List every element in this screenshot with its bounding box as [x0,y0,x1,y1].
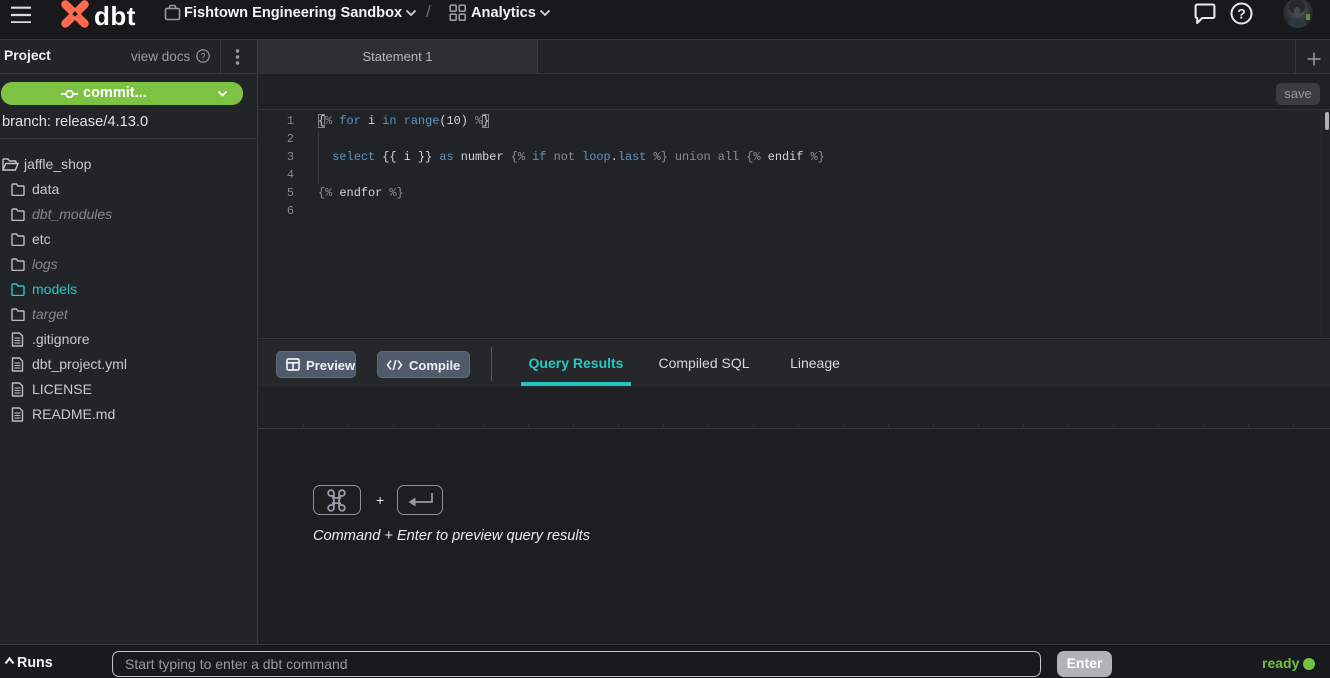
svg-text:?: ? [200,51,205,61]
svg-text:?: ? [1237,6,1246,22]
